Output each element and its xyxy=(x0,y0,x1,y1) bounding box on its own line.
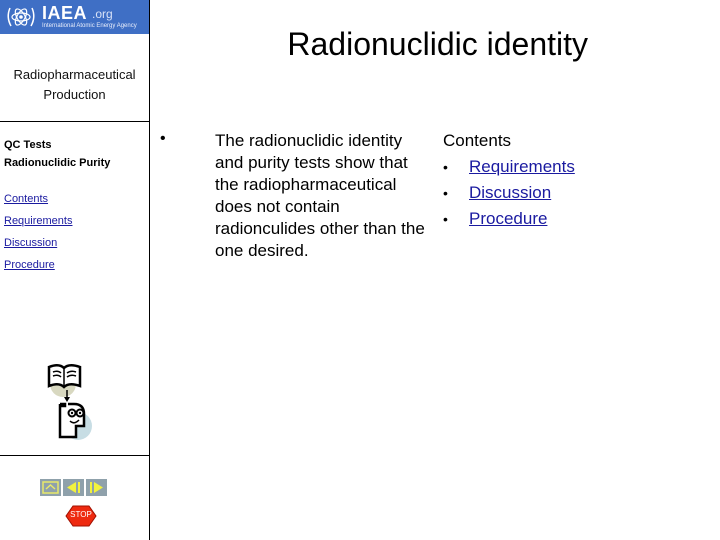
stop-button[interactable]: STOP xyxy=(65,505,97,527)
section-title-line1: QC Tests xyxy=(4,139,52,151)
open-book-icon xyxy=(47,364,82,389)
contents-heading: Contents xyxy=(443,131,512,150)
bullet-icon: • xyxy=(443,185,448,201)
course-title-line1: Radiopharmaceutical xyxy=(13,67,136,82)
forward-arrow-icon xyxy=(90,482,103,493)
contents-item: • Requirements xyxy=(443,156,643,182)
contents-list: • Requirements • Discussion • Procedure xyxy=(443,156,643,234)
page-title: Radionuclidic identity xyxy=(287,26,588,62)
iaea-logo[interactable]: IAEA .org International Atomic Energy Ag… xyxy=(0,0,149,34)
atom-wreath-icon xyxy=(7,7,35,27)
home-icon xyxy=(42,481,59,494)
home-button[interactable] xyxy=(40,479,61,496)
sidebar: IAEA .org International Atomic Energy Ag… xyxy=(0,0,150,540)
section-title-line2: Radionuclidic Purity xyxy=(4,157,111,169)
contents-link-discussion[interactable]: Discussion xyxy=(469,182,551,204)
back-button[interactable] xyxy=(63,479,84,496)
sidebar-link-discussion[interactable]: Discussion xyxy=(4,234,72,256)
divider-bottom xyxy=(0,455,149,456)
course-title-line2: Production xyxy=(43,87,106,102)
bullet-icon: • xyxy=(443,211,448,227)
stop-label: STOP xyxy=(70,510,92,519)
contents-item: • Discussion xyxy=(443,182,643,208)
back-arrow-icon xyxy=(67,482,80,493)
bullet-icon: • xyxy=(443,159,448,175)
sidebar-link-procedure[interactable]: Procedure xyxy=(4,256,72,278)
sidebar-link-requirements[interactable]: Requirements xyxy=(4,212,72,234)
contents-link-requirements[interactable]: Requirements xyxy=(469,156,575,178)
navigation-buttons xyxy=(40,479,107,496)
contents-item: • Procedure xyxy=(443,208,643,234)
contents-link-procedure[interactable]: Procedure xyxy=(469,208,547,230)
forward-button[interactable] xyxy=(86,479,107,496)
sidebar-nav: Contents Requirements Discussion Procedu… xyxy=(4,190,72,278)
bullet-icon: • xyxy=(160,130,166,147)
divider-top xyxy=(0,121,149,122)
contents-panel: Contents • Requirements • Discussion • P… xyxy=(443,130,643,234)
section-title: QC Tests Radionuclidic Purity xyxy=(4,136,110,172)
sidebar-link-contents[interactable]: Contents xyxy=(4,190,72,212)
course-title: Radiopharmaceutical Production xyxy=(0,65,149,105)
reading-person-illustration xyxy=(46,362,96,447)
logo-suffix: .org xyxy=(92,7,113,21)
logo-name: IAEA xyxy=(42,3,88,23)
logo-tagline: International Atomic Energy Agency xyxy=(42,23,137,29)
bullet-text: The radionuclidic identity and purity te… xyxy=(215,131,425,260)
